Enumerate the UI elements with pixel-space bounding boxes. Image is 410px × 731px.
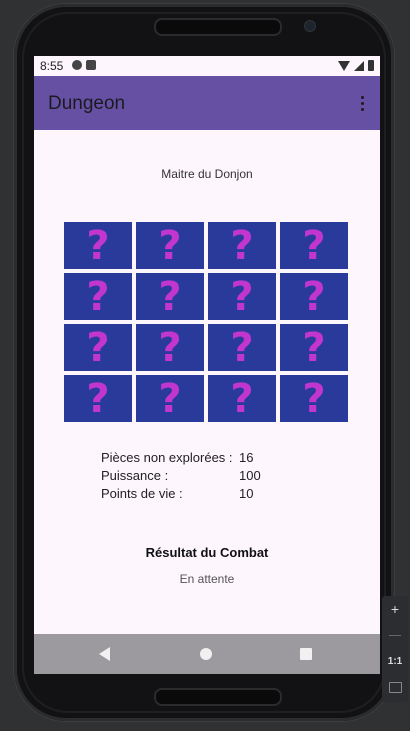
room-cell[interactable]: ? <box>136 375 204 422</box>
wifi-icon <box>338 60 350 71</box>
stat-value: 100 <box>239 467 261 483</box>
navigation-bar <box>34 634 380 674</box>
room-cell[interactable]: ? <box>136 273 204 320</box>
main-content: Maitre du Donjon ???????????????? Pièces… <box>34 130 380 634</box>
notification-icons <box>72 60 96 70</box>
zoom-in-button[interactable]: + <box>382 596 408 622</box>
overflow-dot-icon <box>360 107 364 111</box>
battery-icon <box>368 60 374 71</box>
room-cell[interactable]: ? <box>208 222 276 269</box>
screenshot-button[interactable] <box>382 674 408 700</box>
room-cell[interactable]: ? <box>64 273 132 320</box>
overflow-dot-icon <box>360 101 364 105</box>
room-cell[interactable]: ? <box>208 375 276 422</box>
emulator-side-toolbar: + 1:1 <box>382 596 408 702</box>
stat-label: Pièces non explorées : <box>101 449 233 465</box>
room-cell[interactable]: ? <box>64 222 132 269</box>
zoom-out-button[interactable] <box>382 622 408 648</box>
screenshot-icon <box>388 681 402 693</box>
stat-unexplored-rooms: Pièces non explorées : 16 <box>101 448 261 466</box>
system-icons <box>338 60 374 71</box>
recents-icon[interactable] <box>300 648 312 660</box>
room-cell[interactable]: ? <box>208 324 276 371</box>
overflow-menu-button[interactable] <box>354 92 370 114</box>
play-protect-icon <box>72 60 82 70</box>
room-cell[interactable]: ? <box>136 222 204 269</box>
room-cell[interactable]: ? <box>280 222 348 269</box>
app-bar: Dungeon <box>34 76 380 130</box>
room-cell[interactable]: ? <box>280 273 348 320</box>
room-grid: ???????????????? <box>64 222 350 424</box>
room-cell[interactable]: ? <box>208 273 276 320</box>
room-cell[interactable]: ? <box>136 324 204 371</box>
status-bar: 8:55 <box>34 56 380 76</box>
room-cell[interactable]: ? <box>280 324 348 371</box>
actual-size-button[interactable]: 1:1 <box>382 648 408 674</box>
combat-result-status: En attente <box>179 572 235 586</box>
stat-health-points: Points de vie : 10 <box>101 484 261 502</box>
combat-result-title: Résultat du Combat <box>145 545 269 560</box>
stat-label: Points de vie : <box>101 485 183 501</box>
stat-value: 10 <box>239 485 254 501</box>
room-cell[interactable]: ? <box>280 375 348 422</box>
bottom-speaker <box>154 688 282 706</box>
device-screen: 8:55 Dungeon Maitre du Donjon ??????????… <box>34 56 380 674</box>
stats-panel: Pièces non explorées : 16 Puissance : 10… <box>101 448 261 502</box>
stat-label: Puissance : <box>101 467 169 483</box>
top-speaker <box>154 18 282 36</box>
front-camera <box>304 20 316 32</box>
stat-power: Puissance : 100 <box>101 466 261 484</box>
minus-icon <box>389 634 401 636</box>
dungeon-master-label: Maitre du Donjon <box>161 167 253 181</box>
sd-card-icon <box>86 60 96 70</box>
home-icon[interactable] <box>200 648 212 660</box>
status-time: 8:55 <box>40 59 64 73</box>
stat-value: 16 <box>239 449 254 465</box>
room-cell[interactable]: ? <box>64 375 132 422</box>
room-cell[interactable]: ? <box>64 324 132 371</box>
overflow-dot-icon <box>360 95 364 99</box>
signal-icon <box>354 60 364 71</box>
back-icon[interactable] <box>99 647 110 661</box>
app-title: Dungeon <box>48 93 126 114</box>
